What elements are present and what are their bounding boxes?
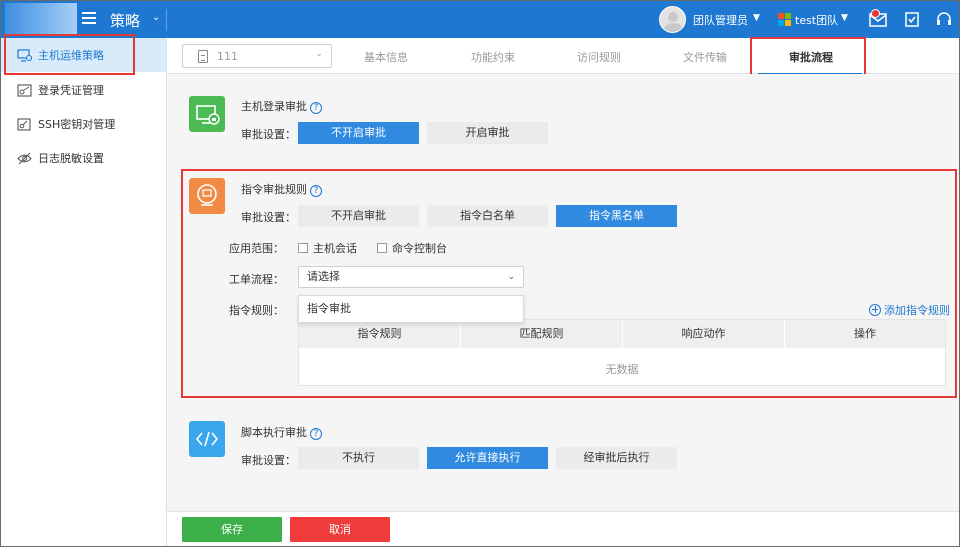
highlight-box bbox=[4, 34, 135, 75]
menu-icon[interactable] bbox=[82, 12, 96, 24]
policy-select[interactable]: 111 ⌄ bbox=[182, 44, 332, 68]
clipboard-icon[interactable] bbox=[903, 11, 921, 27]
section-title: 脚本执行审批? bbox=[241, 424, 322, 440]
sidebar-item-label: SSH密钥对管理 bbox=[38, 118, 116, 131]
help-icon[interactable]: ? bbox=[310, 102, 322, 114]
sidebar-item-label: 日志脱敏设置 bbox=[38, 152, 104, 165]
user-name[interactable]: 团队管理员 bbox=[693, 12, 748, 28]
approval-setting-label: 审批设置： bbox=[241, 454, 296, 467]
host-login-option-off[interactable]: 不开启审批 bbox=[298, 122, 419, 144]
chevron-down-icon[interactable]: ▼ bbox=[841, 13, 848, 23]
cancel-button[interactable]: 取消 bbox=[290, 517, 390, 542]
chevron-down-icon: ⌄ bbox=[315, 49, 323, 59]
user-avatar[interactable] bbox=[659, 6, 686, 33]
highlight-box bbox=[750, 37, 866, 78]
team-logo-icon bbox=[778, 13, 791, 26]
tab-function-constraints[interactable]: 功能约束 bbox=[471, 49, 515, 65]
approval-setting-label: 审批设置： bbox=[241, 128, 296, 141]
host-login-icon bbox=[189, 96, 225, 132]
key-icon bbox=[17, 117, 31, 131]
script-code-icon bbox=[189, 421, 225, 457]
credential-icon bbox=[17, 83, 32, 97]
help-icon[interactable]: ? bbox=[310, 428, 322, 440]
notification-badge bbox=[871, 9, 880, 18]
host-login-title: 主机登录审批 bbox=[241, 100, 307, 113]
headset-icon[interactable] bbox=[935, 11, 953, 27]
host-login-option-on[interactable]: 开启审批 bbox=[427, 122, 548, 144]
tab-basic-info[interactable]: 基本信息 bbox=[364, 49, 408, 65]
policy-select-value: 111 bbox=[217, 50, 238, 63]
highlight-box bbox=[181, 169, 957, 398]
script-option-direct-exec[interactable]: 允许直接执行 bbox=[427, 447, 548, 469]
script-exec-title: 脚本执行审批 bbox=[241, 426, 307, 439]
chevron-down-icon[interactable]: ▼ bbox=[753, 13, 760, 23]
product-logo bbox=[5, 3, 77, 36]
save-button[interactable]: 保存 bbox=[182, 517, 282, 542]
tab-access-rules[interactable]: 访问规则 bbox=[577, 49, 621, 65]
tab-file-transfer[interactable]: 文件传输 bbox=[683, 49, 727, 65]
divider bbox=[166, 9, 167, 31]
sidebar-item-label: 登录凭证管理 bbox=[38, 84, 104, 97]
sidebar-item-log-masking[interactable]: 日志脱敏设置 bbox=[1, 141, 166, 175]
script-option-no-exec[interactable]: 不执行 bbox=[298, 447, 419, 469]
document-icon bbox=[198, 50, 208, 63]
sidebar-item-ssh-keys[interactable]: SSH密钥对管理 bbox=[1, 107, 166, 141]
sidebar-item-credentials[interactable]: 登录凭证管理 bbox=[1, 73, 166, 107]
app-title[interactable]: 策略 bbox=[110, 10, 140, 31]
chevron-down-icon[interactable]: ⌄ bbox=[152, 12, 160, 23]
eye-icon bbox=[17, 152, 32, 164]
script-option-exec-after-approval[interactable]: 经审批后执行 bbox=[556, 447, 677, 469]
team-name[interactable]: test团队 bbox=[795, 12, 838, 28]
section-title: 主机登录审批? bbox=[241, 98, 322, 114]
top-bar: 策略 ⌄ 团队管理员 ▼ test团队 ▼ bbox=[1, 1, 959, 38]
sidebar: 主机运维策略 登录凭证管理 SSH密钥对管理 日志脱敏设置 bbox=[1, 38, 167, 546]
footer: 保存 取消 bbox=[167, 511, 959, 546]
app-window: 策略 ⌄ 团队管理员 ▼ test团队 ▼ 主机运维策略 登录凭证管理 SSH密… bbox=[0, 0, 960, 547]
